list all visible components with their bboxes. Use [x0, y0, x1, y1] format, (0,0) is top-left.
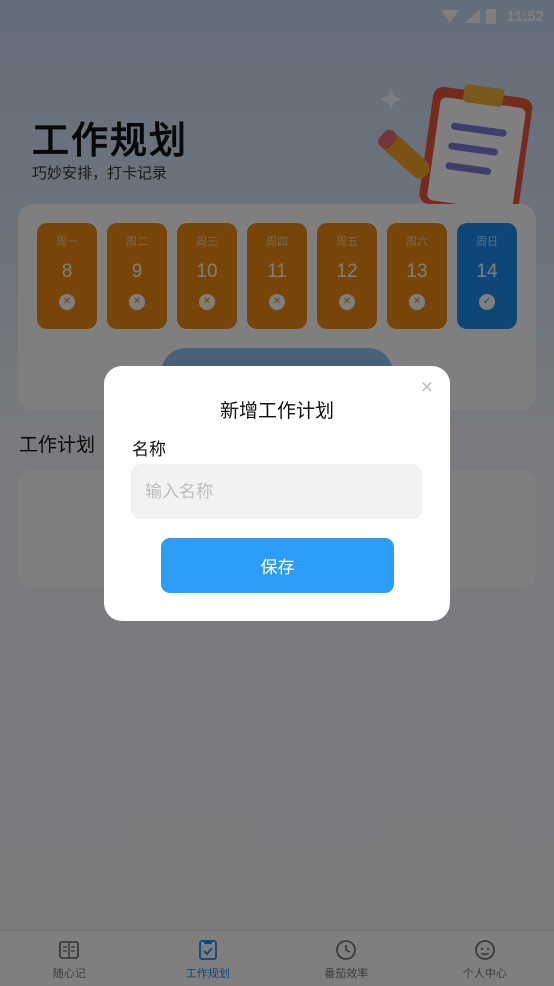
save-button[interactable]: 保存 [161, 538, 394, 593]
name-input[interactable] [131, 464, 422, 519]
close-icon[interactable]: × [420, 379, 434, 396]
dialog-title: 新增工作计划 [219, 400, 334, 422]
name-field-label: 名称 [132, 440, 166, 460]
new-plan-dialog: × 新增工作计划 名称 保存 [104, 366, 450, 621]
